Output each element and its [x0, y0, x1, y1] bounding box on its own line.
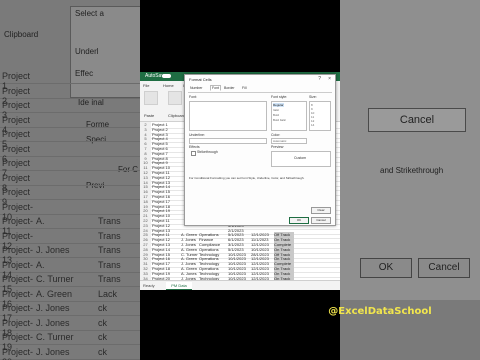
- dialog-title: Format Cells: [189, 77, 212, 82]
- ribbon-group-label: Clipboard: [168, 113, 186, 118]
- backdrop-table-row: Project 4: [0, 114, 140, 135]
- preview-sample: Custom: [294, 156, 307, 160]
- backdrop-cell: Lack: [98, 288, 118, 299]
- tab-font[interactable]: Font: [210, 85, 222, 91]
- backdrop-table-row: Project 5: [0, 128, 140, 149]
- backdrop-cell: Trans: [98, 245, 121, 255]
- close-icon[interactable]: ×: [328, 76, 331, 82]
- ok-button[interactable]: OK: [289, 217, 309, 224]
- backdrop-cell: J. Jones: [36, 303, 70, 313]
- backdrop-table-row: Project-12 Trans: [0, 230, 140, 251]
- color-value: Automatic: [273, 139, 287, 143]
- cancel-button[interactable]: Cancel: [311, 217, 331, 224]
- backdrop-table-row: Project-13 J. Jones Trans: [0, 244, 140, 265]
- left-blurred-backdrop: Select a Underl Effec Clipboard Ide inal…: [0, 0, 140, 360]
- backdrop-cell: J. Jones: [36, 245, 70, 255]
- font-style-list[interactable]: Regular Italic Bold Bold Italic: [271, 101, 307, 131]
- backdrop-cell: Project-20: [2, 346, 34, 360]
- backdrop-dialog-panel: [340, 0, 480, 300]
- underline-select[interactable]: [189, 138, 267, 144]
- preview-box: Custom: [271, 151, 331, 167]
- preview-label: Preview: [271, 145, 284, 149]
- font-style-option[interactable]: Regular: [273, 103, 284, 107]
- sheet-tab-pm-data[interactable]: PM Data: [166, 282, 192, 290]
- strikethrough-label: Strikethrough: [197, 150, 218, 154]
- ribbon-group-icon[interactable]: [168, 91, 182, 105]
- backdrop-table-row: Project 7: [0, 157, 140, 178]
- backdrop-cell: ck: [98, 346, 107, 357]
- ribbon-tab[interactable]: File: [143, 83, 149, 88]
- excel-window: AutoSave FileHomeInsertDrawPage LayoutFo…: [140, 72, 340, 290]
- backdrop-cell: A.: [36, 259, 45, 270]
- font-style-option[interactable]: Bold Italic: [273, 118, 286, 122]
- backdrop-cell: A. Green: [36, 288, 73, 299]
- backdrop-cancel-box: Cancel: [368, 108, 466, 132]
- help-icon[interactable]: ?: [318, 76, 321, 82]
- dialog-tabs: Number Font Border Fill: [188, 85, 332, 93]
- backdrop-label: Clipboard: [4, 30, 39, 39]
- backdrop-cancel-button: Cancel: [418, 258, 470, 278]
- backdrop-label: Underl: [75, 47, 99, 56]
- backdrop-table-row: Project-17 J. Jones ck: [0, 302, 140, 323]
- backdrop-text: and Strikethrough: [380, 166, 444, 175]
- backdrop-cell: Trans: [98, 230, 121, 241]
- backdrop-cell: ck: [98, 317, 107, 328]
- backdrop-table-row: Project 6: [0, 143, 140, 164]
- backdrop-ok-button: OK: [360, 258, 412, 278]
- font-style-option[interactable]: Bold: [273, 113, 279, 117]
- ribbon-tab[interactable]: Home: [163, 83, 174, 88]
- backdrop-table-row: Project-14 A. Trans: [0, 259, 140, 280]
- backdrop-cell: A.: [36, 216, 45, 226]
- color-select[interactable]: Automatic: [271, 138, 307, 144]
- backdrop-table-row: Project-20J. Jones ck: [0, 346, 140, 360]
- format-cells-dialog: Format Cells ? × Number Font Border Fill…: [184, 74, 336, 226]
- strikethrough-checkbox[interactable]: [191, 151, 196, 156]
- font-list[interactable]: [189, 101, 267, 131]
- conditional-format-note: For Conditional Formatting you can set F…: [189, 176, 305, 180]
- tab-number[interactable]: Number: [190, 86, 202, 90]
- backdrop-cell: ck: [98, 303, 107, 313]
- backdrop-cell: C. Turner: [36, 274, 74, 284]
- backdrop-table-row: Project 3: [0, 99, 140, 120]
- tab-border[interactable]: Border: [224, 86, 235, 90]
- color-label: Color:: [271, 133, 281, 137]
- backdrop-cell: Trans: [98, 259, 121, 270]
- backdrop-table-row: Project-11 A. Trans: [0, 215, 140, 236]
- backdrop-cell: J. Jones: [36, 346, 70, 357]
- backdrop-table-row: Project-15 C. Turner Trans: [0, 273, 140, 294]
- backdrop-table-row: Project-16 A. Green Lack: [0, 288, 140, 309]
- backdrop-cell: Trans: [98, 274, 121, 284]
- video-frame: AutoSave FileHomeInsertDrawPage LayoutFo…: [140, 0, 432, 360]
- backdrop-cell: Trans: [98, 216, 121, 226]
- backdrop-table-row: Project-18 J. Jones ck: [0, 317, 140, 338]
- font-label: Font:: [189, 95, 197, 99]
- backdrop-table-row: Project 2: [0, 85, 140, 106]
- backdrop-cell: ck: [98, 332, 107, 342]
- status-bar: Ready PM Data: [140, 280, 340, 290]
- backdrop-table-row: Project 9: [0, 186, 140, 207]
- backdrop-table-row: Project 1: [0, 70, 140, 91]
- backdrop-label: Select a: [75, 9, 104, 18]
- backdrop-cell: C. Turner: [36, 332, 74, 342]
- tab-fill[interactable]: Fill: [242, 86, 246, 90]
- ribbon-group-icon[interactable]: [144, 91, 158, 105]
- backdrop-cell: J. Jones: [36, 317, 70, 328]
- backdrop-table-row: Project 8: [0, 172, 140, 193]
- ribbon-group-label: Paste: [144, 113, 155, 118]
- status-text: Ready: [143, 283, 155, 288]
- backdrop-table-row: Project-10: [0, 201, 140, 222]
- effects-label: Effects: [189, 145, 200, 149]
- size-option[interactable]: 14: [311, 123, 314, 127]
- clear-button[interactable]: Clear: [311, 207, 331, 214]
- size-label: Size:: [309, 95, 317, 99]
- underline-label: Underline:: [189, 133, 205, 137]
- font-style-label: Font style:: [271, 95, 288, 99]
- channel-watermark: @ExcelDataSchool: [328, 306, 432, 317]
- font-style-option[interactable]: Italic: [273, 108, 279, 112]
- size-list[interactable]: 8 9 10 11 12 14: [309, 101, 331, 131]
- backdrop-table-row: Project-19 C. Turner ck: [0, 331, 140, 352]
- autosave-toggle[interactable]: [162, 74, 171, 78]
